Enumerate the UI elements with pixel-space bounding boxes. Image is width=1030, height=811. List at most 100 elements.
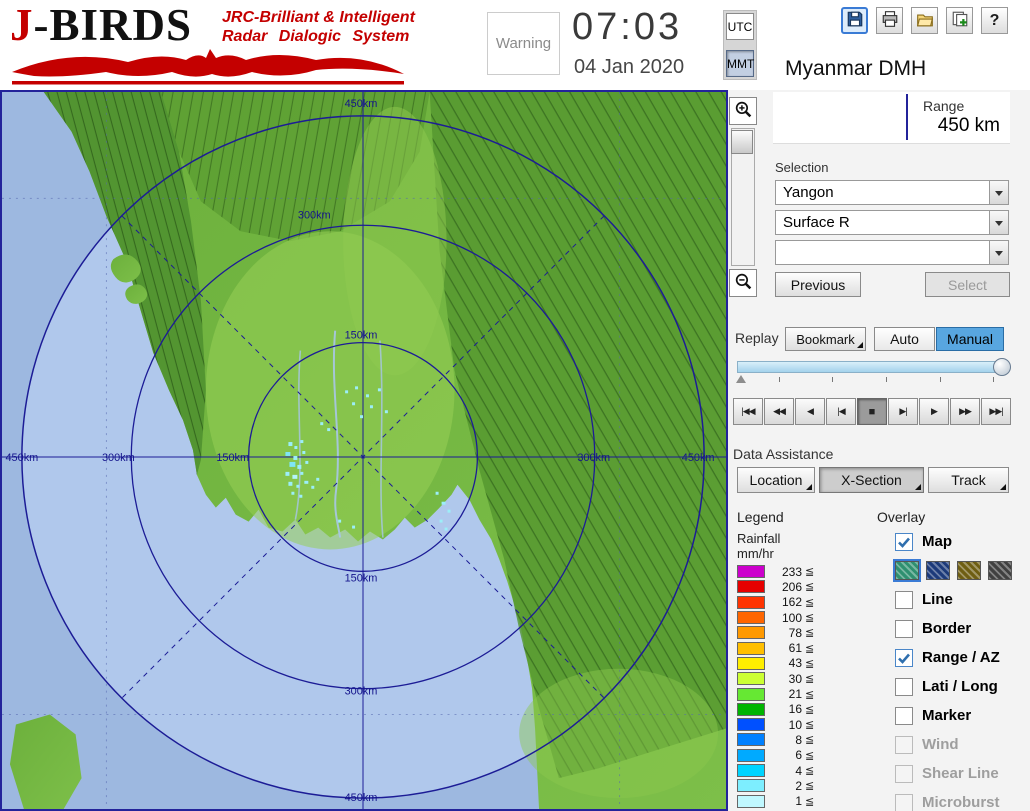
legend-label: Legend (737, 509, 784, 525)
legend-color-swatch (737, 764, 765, 777)
legend-color-swatch (737, 626, 765, 640)
dropdown-value: Yangon (783, 184, 834, 201)
playback-button-3[interactable]: |◀ (826, 398, 856, 425)
legend-lte-sign: ≦ (805, 596, 815, 609)
selection-dropdown-1[interactable]: Surface R (775, 210, 1009, 235)
legend-row: 6 ≦ (737, 748, 814, 763)
map-style-swatch-2[interactable] (957, 561, 981, 580)
map-style-swatches (893, 556, 1030, 585)
print-button[interactable] (876, 7, 903, 34)
replay-slider-handle[interactable] (993, 358, 1011, 376)
legend-rows: 233 ≦ 206 ≦ 162 ≦ 100 ≦ 78 ≦ 61 ≦ 43 ≦ 30 ≦ 21 ≦ 16 ≦ 10 ≦ 8 ≦ 6… (737, 564, 814, 809)
help-icon: ? (989, 11, 1000, 29)
selection-dropdown-2[interactable] (775, 240, 1009, 265)
playback-button-1[interactable]: ◀◀ (764, 398, 794, 425)
slider-tick (885, 377, 887, 382)
auto-button[interactable]: Auto (874, 327, 935, 351)
open-folder-button[interactable] (911, 7, 938, 34)
playback-button-2[interactable]: ◀ (795, 398, 825, 425)
clock-time: 07:03 (572, 6, 683, 48)
clock-date: 04 Jan 2020 (574, 56, 685, 78)
svg-text:450km: 450km (682, 452, 715, 464)
svg-text:150km: 150km (216, 452, 249, 464)
bookmark-button[interactable]: Bookmark (785, 327, 866, 351)
playback-button-4[interactable]: ■ (857, 398, 887, 425)
x-section-button[interactable]: X-Section (819, 467, 924, 493)
overlay-item-map[interactable]: Map (895, 527, 1030, 556)
checkbox[interactable] (895, 619, 913, 638)
legend-row: 100 ≦ (737, 610, 814, 625)
legend-lte-sign: ≦ (805, 780, 815, 793)
legend-value: 61 (788, 641, 802, 656)
print-icon (881, 10, 899, 31)
legend-color-swatch (737, 656, 765, 670)
playback-button-6[interactable]: ▶ (919, 398, 949, 425)
slider-tick (939, 377, 941, 382)
legend-lte-sign: ≦ (805, 688, 815, 701)
legend-color-swatch (737, 565, 765, 579)
overlay-item-line[interactable]: Line (895, 585, 1030, 614)
checkbox[interactable] (895, 677, 913, 696)
track-button[interactable]: Track (928, 467, 1009, 493)
range-section: Range 450 km (773, 92, 1010, 144)
save-icon (846, 10, 864, 31)
open-folder-icon (916, 10, 934, 31)
overlay-item-border[interactable]: Border (895, 614, 1030, 643)
radar-map-canvas[interactable]: 450km 300km 150km 150km 300km 450km 450km 300km… (2, 92, 726, 809)
eagle-logo-icon (10, 44, 408, 93)
map-style-swatch-0[interactable] (893, 559, 921, 582)
timezone-utc-button[interactable]: UTC (726, 13, 754, 40)
legend-value: 1 (795, 794, 802, 809)
legend-lte-sign: ≦ (805, 749, 815, 762)
checkbox[interactable] (895, 648, 913, 667)
import-page-button[interactable] (946, 7, 973, 34)
replay-slider[interactable] (736, 358, 1011, 383)
checkbox[interactable] (895, 590, 913, 609)
map-style-swatch-1[interactable] (926, 561, 950, 580)
playback-button-8[interactable]: ▶▶| (981, 398, 1011, 425)
svg-text:450km: 450km (345, 98, 378, 110)
overlay-item-label: Lati / Long (922, 678, 998, 695)
legend-lte-sign: ≦ (805, 581, 815, 594)
overlay-item-shear-line: Shear Line (895, 759, 1030, 788)
legend-lte-sign: ≦ (805, 795, 815, 808)
overlay-item-marker[interactable]: Marker (895, 701, 1030, 730)
timezone-toggle: UTC MMT (723, 10, 757, 80)
overlay-item-label: Marker (922, 707, 972, 724)
legend-value: 30 (788, 671, 802, 686)
manual-button[interactable]: Manual (936, 327, 1004, 351)
legend-color-swatch (737, 733, 765, 747)
chevron-down-icon[interactable] (989, 211, 1008, 234)
legend-lte-sign: ≦ (805, 673, 815, 686)
playback-button-0[interactable]: |◀◀ (733, 398, 763, 425)
legend-row: 1 ≦ (737, 793, 814, 808)
legend-color-swatch (737, 779, 765, 793)
svg-text:300km: 300km (345, 686, 378, 698)
legend-row: 78 ≦ (737, 625, 814, 640)
radar-map[interactable]: 450km 300km 150km 150km 300km 450km 450km 300km… (0, 90, 728, 811)
map-style-swatch-3[interactable] (988, 561, 1012, 580)
select-button[interactable]: Select (925, 272, 1010, 297)
checkbox[interactable] (895, 532, 913, 551)
legend-lte-sign: ≦ (805, 657, 815, 670)
overlay-item-lati-long[interactable]: Lati / Long (895, 672, 1030, 701)
save-button[interactable] (841, 7, 868, 34)
playback-button-5[interactable]: ▶| (888, 398, 918, 425)
legend-color-swatch (737, 718, 765, 732)
playback-button-7[interactable]: ▶▶ (950, 398, 980, 425)
chevron-down-icon[interactable] (989, 241, 1008, 264)
help-button[interactable]: ? (981, 7, 1008, 34)
checkbox[interactable] (895, 706, 913, 725)
overlay-item-range-az[interactable]: Range / AZ (895, 643, 1030, 672)
previous-button[interactable]: Previous (775, 272, 861, 297)
legend-row: 4 ≦ (737, 763, 814, 778)
overlay-label: Overlay (877, 509, 926, 525)
svg-text:450km: 450km (5, 452, 38, 464)
replay-label: Replay (735, 330, 779, 346)
legend-color-swatch (737, 672, 765, 686)
chevron-down-icon[interactable] (989, 181, 1008, 204)
timezone-mmt-button[interactable]: MMT (726, 50, 754, 77)
overlay-item-label: Microburst (922, 794, 1000, 811)
selection-dropdown-0[interactable]: Yangon (775, 180, 1009, 205)
location-button[interactable]: Location (737, 467, 815, 493)
